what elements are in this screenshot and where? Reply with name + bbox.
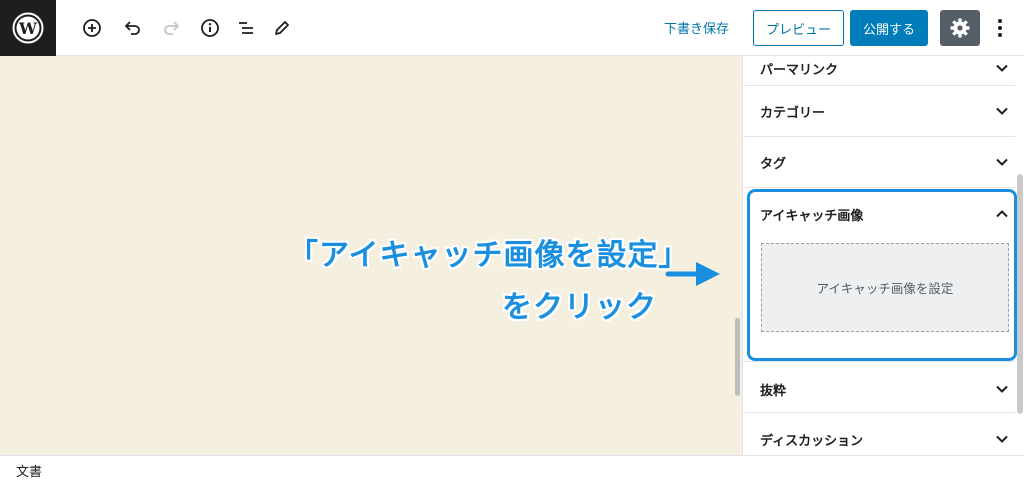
list-view-icon — [239, 22, 253, 34]
annotation-line-2: をクリック — [502, 290, 657, 325]
panel-categories[interactable]: カテゴリー — [743, 86, 1015, 137]
panel-title-excerpt: 抜粋 — [760, 384, 787, 399]
arrow-right-icon — [665, 262, 720, 286]
publish-button[interactable]: 公開する — [850, 10, 928, 46]
publish-button-label: 公開する — [862, 22, 915, 38]
add-block-icon — [83, 19, 101, 37]
sidebar-scrollbar[interactable] — [1017, 174, 1023, 414]
chevron-down-icon — [996, 158, 1008, 166]
panel-title-tags: タグ — [760, 157, 787, 172]
info-button[interactable] — [196, 14, 224, 42]
add-block-button[interactable] — [78, 14, 106, 42]
panel-excerpt[interactable]: 抜粋 — [743, 362, 1015, 413]
more-vertical-icon — [998, 19, 1002, 37]
more-options-button[interactable] — [988, 14, 1012, 42]
annotation-line-1: 「アイキャッチ画像を設定」 — [288, 238, 690, 273]
info-icon — [201, 19, 219, 37]
panel-title-categories: カテゴリー — [760, 106, 826, 121]
panel-title-permalink: パーマリンク — [760, 63, 839, 78]
wordpress-logo-icon: W — [12, 12, 44, 44]
svg-text:W: W — [18, 19, 38, 38]
editor-toolbar: W 下書き保存 プレビュー 公開する — [0, 0, 1024, 56]
panel-discussion[interactable]: ディスカッション — [743, 413, 1015, 455]
redo-button[interactable] — [158, 14, 186, 42]
preview-button[interactable]: プレビュー — [753, 10, 844, 46]
set-featured-image-button[interactable]: アイキャッチ画像を設定 — [761, 243, 1009, 332]
panel-title-discussion: ディスカッション — [760, 434, 864, 449]
list-view-button[interactable] — [232, 14, 260, 42]
panel-permalink[interactable]: パーマリンク — [743, 56, 1015, 86]
undo-icon — [124, 21, 140, 35]
redo-icon — [164, 21, 180, 35]
set-featured-image-label: アイキャッチ画像を設定 — [816, 281, 954, 296]
canvas-scrollbar[interactable] — [735, 318, 740, 396]
settings-sidebar: パーマリンク カテゴリー タグ アイキャッチ画像 アイキャッチ画像を設定 抜粋 … — [742, 56, 1024, 455]
panel-tags[interactable]: タグ — [743, 137, 1015, 188]
preview-button-label: プレビュー — [765, 22, 831, 38]
save-draft-button[interactable]: 下書き保存 — [664, 18, 729, 37]
chevron-down-icon — [996, 385, 1008, 393]
chevron-down-icon — [996, 435, 1008, 443]
undo-button[interactable] — [118, 14, 146, 42]
gear-icon — [950, 18, 970, 38]
editor-footer: 文書 — [0, 455, 1024, 480]
settings-button[interactable] — [940, 10, 980, 46]
chevron-down-icon — [996, 64, 1008, 72]
breadcrumb-document[interactable]: 文書 — [16, 461, 42, 480]
chevron-down-icon — [996, 107, 1008, 115]
wordpress-logo[interactable]: W — [0, 0, 56, 56]
edit-button[interactable] — [268, 14, 296, 42]
edit-icon — [275, 21, 289, 35]
